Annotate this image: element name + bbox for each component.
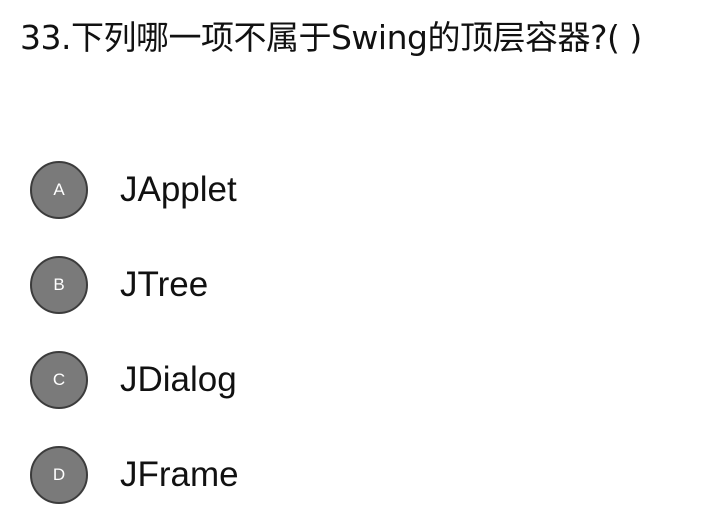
option-a-text: JApplet <box>120 170 237 209</box>
option-c-badge[interactable]: C <box>30 351 88 409</box>
option-b-letter: B <box>53 275 65 294</box>
option-b-badge[interactable]: B <box>30 256 88 314</box>
options-list: A JApplet B JTree C JDialog D JFrame <box>30 160 680 505</box>
option-b[interactable]: B JTree <box>30 255 680 315</box>
option-a[interactable]: A JApplet <box>30 160 680 220</box>
option-d[interactable]: D JFrame <box>30 445 680 505</box>
option-d-badge[interactable]: D <box>30 446 88 504</box>
option-d-letter: D <box>52 465 66 484</box>
option-a-letter: A <box>53 180 65 199</box>
option-c-text: JDialog <box>120 360 237 399</box>
question-text: 33.下列哪一项不属于Swing的顶层容器?( ) <box>20 18 642 57</box>
option-c-letter: C <box>52 370 66 389</box>
option-b-text: JTree <box>120 265 209 304</box>
option-c[interactable]: C JDialog <box>30 350 680 410</box>
option-a-badge[interactable]: A <box>30 161 88 219</box>
option-d-text: JFrame <box>120 455 239 494</box>
